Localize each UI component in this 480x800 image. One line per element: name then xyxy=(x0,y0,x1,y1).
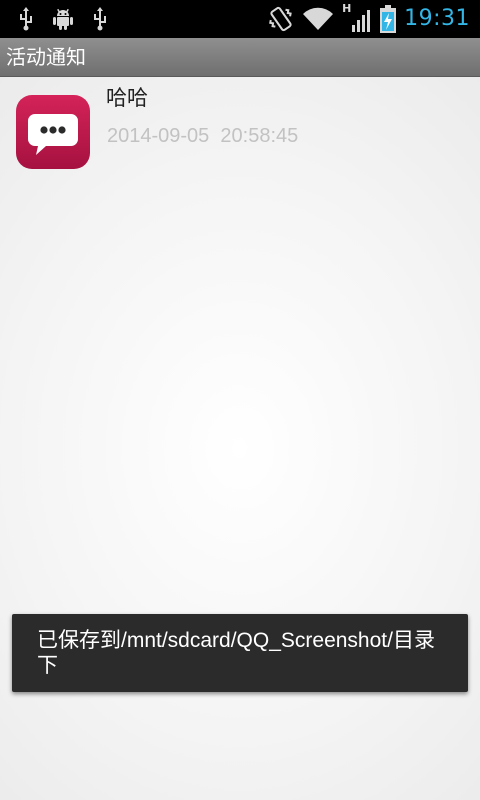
usb-icon xyxy=(94,7,106,31)
signal-icon xyxy=(352,10,371,32)
usb-icon xyxy=(20,7,32,31)
vibrate-icon xyxy=(269,6,292,32)
wifi-icon xyxy=(303,7,334,31)
status-bar-notifications xyxy=(18,7,108,31)
title-bar: 活动通知 xyxy=(0,38,480,77)
notification-item[interactable]: 哈哈 2014-09-05 20:58:45 xyxy=(0,76,480,188)
notification-title: 哈哈 xyxy=(106,86,148,110)
chat-bubble-icon xyxy=(16,95,90,169)
status-bar-clock: 19:31 xyxy=(404,6,470,31)
status-bar-system: H 19:31 xyxy=(268,2,470,34)
signal-indicator: H xyxy=(342,2,372,34)
android-debug-icon xyxy=(53,8,73,30)
battery-charging-icon xyxy=(380,5,397,33)
page-title: 活动通知 xyxy=(6,45,86,69)
notification-timestamp: 2014-09-05 20:58:45 xyxy=(107,125,299,147)
status-bar: H 19:31 xyxy=(0,0,480,38)
toast: 已保存到/mnt/sdcard/QQ_Screenshot/目录下 xyxy=(12,614,468,692)
toast-message: 已保存到/mnt/sdcard/QQ_Screenshot/目录下 xyxy=(37,629,435,677)
